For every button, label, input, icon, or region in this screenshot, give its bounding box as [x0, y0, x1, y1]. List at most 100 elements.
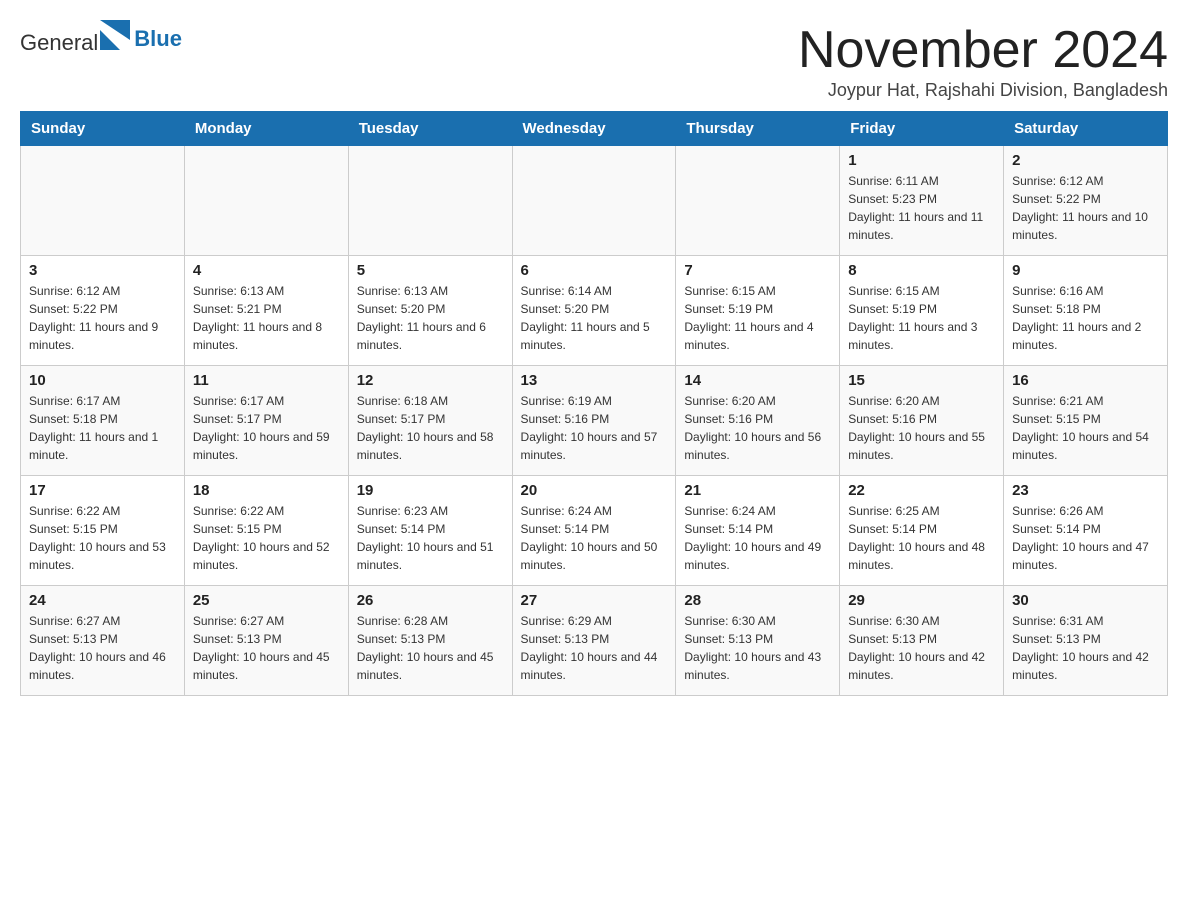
- calendar-cell: [184, 146, 348, 256]
- day-number: 30: [1012, 592, 1159, 609]
- day-number: 8: [848, 262, 995, 279]
- day-info: Sunrise: 6:23 AMSunset: 5:14 PMDaylight:…: [357, 504, 494, 572]
- day-number: 20: [521, 482, 668, 499]
- calendar-week-row: 3 Sunrise: 6:12 AMSunset: 5:22 PMDayligh…: [21, 256, 1168, 366]
- day-number: 6: [521, 262, 668, 279]
- calendar-cell: 3 Sunrise: 6:12 AMSunset: 5:22 PMDayligh…: [21, 256, 185, 366]
- day-info: Sunrise: 6:24 AMSunset: 5:14 PMDaylight:…: [684, 504, 821, 572]
- calendar-cell: 24 Sunrise: 6:27 AMSunset: 5:13 PMDaylig…: [21, 586, 185, 696]
- logo-blue-text: Blue: [134, 26, 182, 51]
- col-monday: Monday: [184, 112, 348, 146]
- calendar-cell: 28 Sunrise: 6:30 AMSunset: 5:13 PMDaylig…: [676, 586, 840, 696]
- calendar-cell: 29 Sunrise: 6:30 AMSunset: 5:13 PMDaylig…: [840, 586, 1004, 696]
- page-header: General Blue November 2024 Joypur Hat, R…: [20, 20, 1168, 101]
- title-block: November 2024 Joypur Hat, Rajshahi Divis…: [798, 20, 1168, 101]
- col-tuesday: Tuesday: [348, 112, 512, 146]
- calendar-cell: 11 Sunrise: 6:17 AMSunset: 5:17 PMDaylig…: [184, 366, 348, 476]
- day-info: Sunrise: 6:29 AMSunset: 5:13 PMDaylight:…: [521, 614, 658, 682]
- day-info: Sunrise: 6:17 AMSunset: 5:18 PMDaylight:…: [29, 394, 158, 462]
- day-info: Sunrise: 6:12 AMSunset: 5:22 PMDaylight:…: [1012, 174, 1148, 242]
- calendar-cell: [676, 146, 840, 256]
- day-info: Sunrise: 6:14 AMSunset: 5:20 PMDaylight:…: [521, 284, 650, 352]
- day-info: Sunrise: 6:24 AMSunset: 5:14 PMDaylight:…: [521, 504, 658, 572]
- calendar-cell: 16 Sunrise: 6:21 AMSunset: 5:15 PMDaylig…: [1004, 366, 1168, 476]
- day-number: 7: [684, 262, 831, 279]
- day-number: 26: [357, 592, 504, 609]
- day-number: 27: [521, 592, 668, 609]
- calendar-cell: 8 Sunrise: 6:15 AMSunset: 5:19 PMDayligh…: [840, 256, 1004, 366]
- day-number: 18: [193, 482, 340, 499]
- day-number: 1: [848, 152, 995, 169]
- day-number: 3: [29, 262, 176, 279]
- day-number: 29: [848, 592, 995, 609]
- day-info: Sunrise: 6:22 AMSunset: 5:15 PMDaylight:…: [193, 504, 330, 572]
- day-info: Sunrise: 6:21 AMSunset: 5:15 PMDaylight:…: [1012, 394, 1149, 462]
- day-number: 25: [193, 592, 340, 609]
- day-number: 11: [193, 372, 340, 389]
- calendar-cell: 22 Sunrise: 6:25 AMSunset: 5:14 PMDaylig…: [840, 476, 1004, 586]
- calendar-cell: 13 Sunrise: 6:19 AMSunset: 5:16 PMDaylig…: [512, 366, 676, 476]
- calendar-cell: 1 Sunrise: 6:11 AMSunset: 5:23 PMDayligh…: [840, 146, 1004, 256]
- day-number: 22: [848, 482, 995, 499]
- day-number: 24: [29, 592, 176, 609]
- calendar-cell: 30 Sunrise: 6:31 AMSunset: 5:13 PMDaylig…: [1004, 586, 1168, 696]
- calendar-header-row: Sunday Monday Tuesday Wednesday Thursday…: [21, 112, 1168, 146]
- day-number: 15: [848, 372, 995, 389]
- calendar-cell: 26 Sunrise: 6:28 AMSunset: 5:13 PMDaylig…: [348, 586, 512, 696]
- day-info: Sunrise: 6:28 AMSunset: 5:13 PMDaylight:…: [357, 614, 494, 682]
- calendar-cell: [348, 146, 512, 256]
- calendar-cell: 2 Sunrise: 6:12 AMSunset: 5:22 PMDayligh…: [1004, 146, 1168, 256]
- day-info: Sunrise: 6:18 AMSunset: 5:17 PMDaylight:…: [357, 394, 494, 462]
- day-info: Sunrise: 6:19 AMSunset: 5:16 PMDaylight:…: [521, 394, 658, 462]
- day-info: Sunrise: 6:20 AMSunset: 5:16 PMDaylight:…: [848, 394, 985, 462]
- col-sunday: Sunday: [21, 112, 185, 146]
- day-number: 9: [1012, 262, 1159, 279]
- day-number: 19: [357, 482, 504, 499]
- calendar-cell: 25 Sunrise: 6:27 AMSunset: 5:13 PMDaylig…: [184, 586, 348, 696]
- day-number: 12: [357, 372, 504, 389]
- day-info: Sunrise: 6:30 AMSunset: 5:13 PMDaylight:…: [848, 614, 985, 682]
- logo: General Blue: [20, 20, 182, 56]
- day-info: Sunrise: 6:15 AMSunset: 5:19 PMDaylight:…: [684, 284, 813, 352]
- calendar-cell: [512, 146, 676, 256]
- calendar-cell: 19 Sunrise: 6:23 AMSunset: 5:14 PMDaylig…: [348, 476, 512, 586]
- day-info: Sunrise: 6:17 AMSunset: 5:17 PMDaylight:…: [193, 394, 330, 462]
- day-number: 10: [29, 372, 176, 389]
- day-number: 2: [1012, 152, 1159, 169]
- day-info: Sunrise: 6:25 AMSunset: 5:14 PMDaylight:…: [848, 504, 985, 572]
- calendar-cell: 18 Sunrise: 6:22 AMSunset: 5:15 PMDaylig…: [184, 476, 348, 586]
- day-number: 23: [1012, 482, 1159, 499]
- calendar-cell: 6 Sunrise: 6:14 AMSunset: 5:20 PMDayligh…: [512, 256, 676, 366]
- calendar-cell: 14 Sunrise: 6:20 AMSunset: 5:16 PMDaylig…: [676, 366, 840, 476]
- day-info: Sunrise: 6:22 AMSunset: 5:15 PMDaylight:…: [29, 504, 166, 572]
- calendar-cell: 17 Sunrise: 6:22 AMSunset: 5:15 PMDaylig…: [21, 476, 185, 586]
- calendar-cell: 23 Sunrise: 6:26 AMSunset: 5:14 PMDaylig…: [1004, 476, 1168, 586]
- day-number: 17: [29, 482, 176, 499]
- calendar-cell: 15 Sunrise: 6:20 AMSunset: 5:16 PMDaylig…: [840, 366, 1004, 476]
- calendar-cell: 9 Sunrise: 6:16 AMSunset: 5:18 PMDayligh…: [1004, 256, 1168, 366]
- month-title: November 2024: [798, 20, 1168, 80]
- calendar-cell: 21 Sunrise: 6:24 AMSunset: 5:14 PMDaylig…: [676, 476, 840, 586]
- day-number: 4: [193, 262, 340, 279]
- calendar-cell: 27 Sunrise: 6:29 AMSunset: 5:13 PMDaylig…: [512, 586, 676, 696]
- day-info: Sunrise: 6:15 AMSunset: 5:19 PMDaylight:…: [848, 284, 977, 352]
- calendar-week-row: 17 Sunrise: 6:22 AMSunset: 5:15 PMDaylig…: [21, 476, 1168, 586]
- col-friday: Friday: [840, 112, 1004, 146]
- col-thursday: Thursday: [676, 112, 840, 146]
- logo-text: General: [20, 20, 134, 56]
- calendar-cell: [21, 146, 185, 256]
- day-info: Sunrise: 6:30 AMSunset: 5:13 PMDaylight:…: [684, 614, 821, 682]
- day-info: Sunrise: 6:26 AMSunset: 5:14 PMDaylight:…: [1012, 504, 1149, 572]
- calendar-cell: 10 Sunrise: 6:17 AMSunset: 5:18 PMDaylig…: [21, 366, 185, 476]
- calendar-cell: 7 Sunrise: 6:15 AMSunset: 5:19 PMDayligh…: [676, 256, 840, 366]
- day-info: Sunrise: 6:11 AMSunset: 5:23 PMDaylight:…: [848, 174, 983, 242]
- col-saturday: Saturday: [1004, 112, 1168, 146]
- calendar-cell: 4 Sunrise: 6:13 AMSunset: 5:21 PMDayligh…: [184, 256, 348, 366]
- col-wednesday: Wednesday: [512, 112, 676, 146]
- day-info: Sunrise: 6:20 AMSunset: 5:16 PMDaylight:…: [684, 394, 821, 462]
- calendar-week-row: 10 Sunrise: 6:17 AMSunset: 5:18 PMDaylig…: [21, 366, 1168, 476]
- day-number: 16: [1012, 372, 1159, 389]
- calendar-week-row: 24 Sunrise: 6:27 AMSunset: 5:13 PMDaylig…: [21, 586, 1168, 696]
- day-number: 28: [684, 592, 831, 609]
- day-info: Sunrise: 6:13 AMSunset: 5:21 PMDaylight:…: [193, 284, 322, 352]
